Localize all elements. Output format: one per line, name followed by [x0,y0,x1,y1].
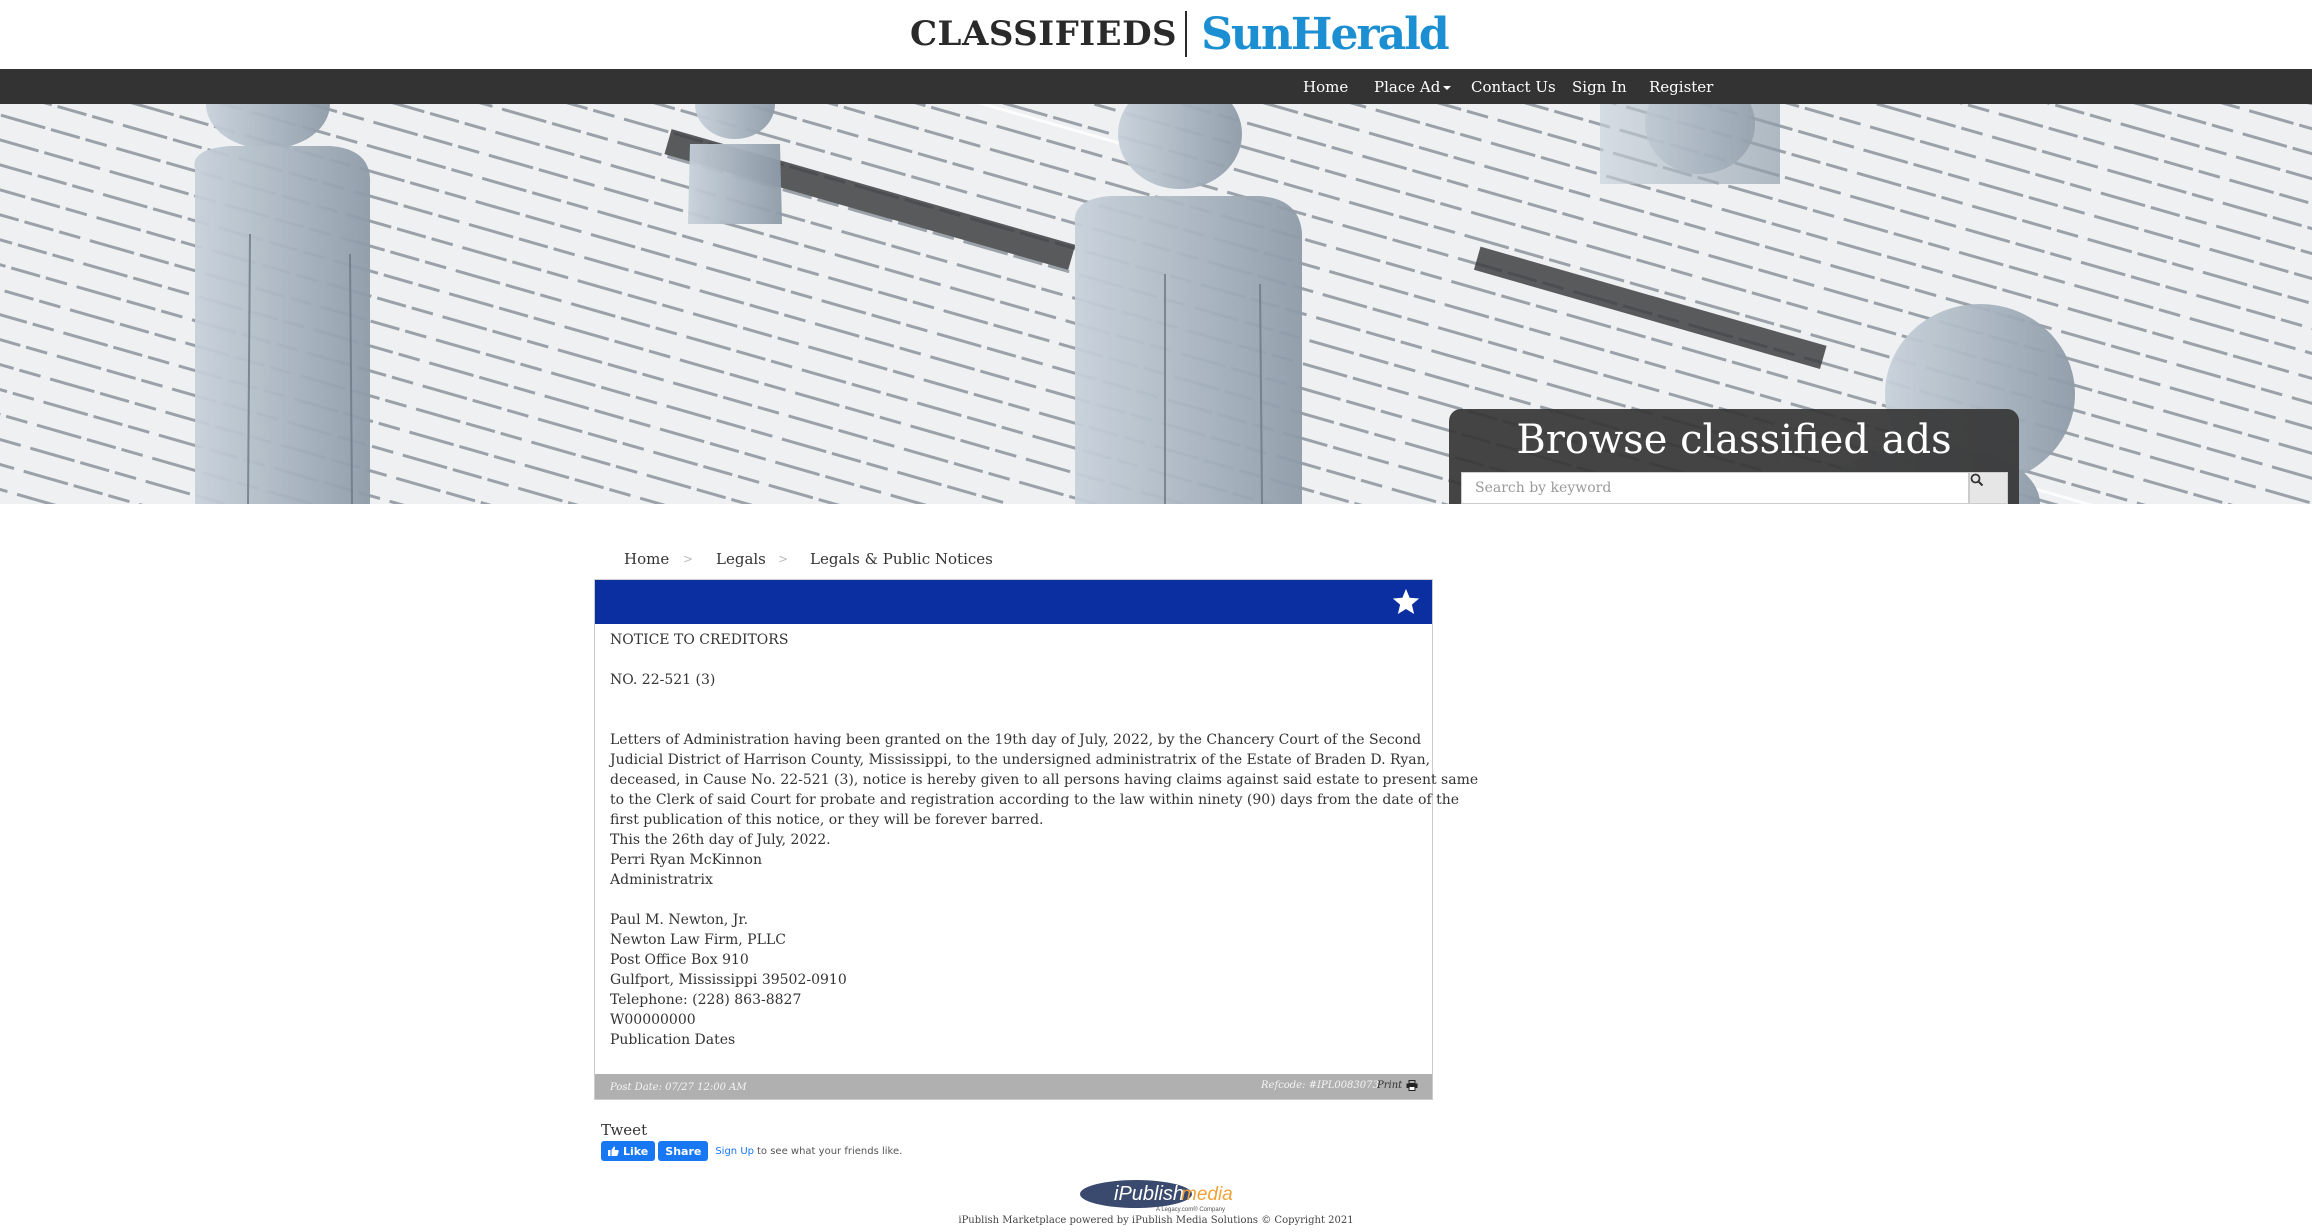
ipublish-media-logo[interactable]: iPublish media A Legacy.com® Company [1078,1178,1234,1213]
nav-place-ad-label: Place Ad [1374,77,1441,96]
breadcrumb-legals[interactable]: Legals [716,550,766,568]
hero-banner: Browse classified ads [0,104,2312,504]
ad-body-line: Judicial District of Harrison County, Mi… [610,752,1431,768]
nav-sign-in[interactable]: Sign In [1572,69,1627,104]
nav-home[interactable]: Home [1303,69,1348,104]
facebook-like-label: Like [623,1144,649,1158]
caret-down-icon [1443,86,1452,90]
nav-register[interactable]: Register [1649,69,1713,104]
facebook-share-button[interactable]: Share [658,1141,709,1161]
ad-contact-line: Telephone: (228) 863-8827 [610,992,802,1008]
ad-body-line: This the 26th day of July, 2022. [610,832,831,848]
ad-body-line: deceased, in Cause No. 22-521 (3), notic… [610,772,1479,788]
search-icon [1970,473,1984,487]
logo-tagline: A Legacy.com® Company [1156,1206,1225,1213]
ad-number: NO. 22-521 (3) [610,672,716,688]
logo-accent-text: media [1181,1184,1233,1205]
printer-icon [1406,1080,1418,1091]
breadcrumb-legals-public-notices[interactable]: Legals & Public Notices [810,550,993,568]
refcode: Refcode: #IPL0083073 [1261,1080,1379,1091]
facebook-signup-link[interactable]: Sign Up [715,1146,754,1157]
brand-classifieds: CLASSIFIEDS [910,14,1178,54]
ad-contact-line: Newton Law Firm, PLLC [610,932,786,948]
ad-body-line: Administratrix [610,872,713,888]
breadcrumb-home[interactable]: Home [624,550,669,568]
browse-search-panel: Browse classified ads [1449,409,2019,504]
tweet-link[interactable]: Tweet [601,1121,647,1139]
star-icon[interactable] [1391,587,1421,617]
ad-detail-panel: NOTICE TO CREDITORS NO. 22-521 (3) Lette… [594,579,1479,1100]
ad-contact-line: Paul M. Newton, Jr. [610,912,749,928]
copyright-text: iPublish Marketplace powered by iPublish… [958,1215,1354,1226]
logo-main-text: iPublish [1114,1183,1184,1205]
ad-body-line: Letters of Administration having been gr… [610,732,1422,748]
print-button[interactable]: Print [1377,1080,1418,1091]
browse-title: Browse classified ads [1516,417,1952,463]
brand-bar: CLASSIFIEDS SunHerald [0,0,2312,69]
print-label: Print [1377,1080,1403,1091]
ad-footer-bar: Post Date: 07/27 12:00 AM Refcode: #IPL0… [595,1074,1432,1099]
ad-contact-line: Gulfport, Mississippi 39502-0910 [610,972,847,988]
ad-title: NOTICE TO CREDITORS [610,632,789,648]
brand-divider [1185,11,1188,57]
facebook-like-button[interactable]: Like [601,1141,656,1161]
ad-contact-line: W00000000 [610,1012,696,1028]
ad-body-line: to the Clerk of said Court for probate a… [610,792,1460,808]
ad-body-line: first publication of this notice, or the… [610,812,1044,828]
post-date: Post Date: 07/27 12:00 AM [610,1082,747,1093]
thumbs-up-icon [608,1146,619,1156]
search-button[interactable] [1969,472,2008,504]
nav-place-ad[interactable]: Place Ad [1374,69,1452,104]
ad-contact-line: Publication Dates [610,1032,736,1048]
facebook-widget: Like Share Sign Up to see what your frie… [601,1141,902,1161]
site-logo[interactable]: CLASSIFIEDS SunHerald [910,8,1450,60]
top-navbar: Home Place Ad Contact Us Sign In Registe… [0,69,2312,104]
facebook-signup-text: to see what your friends like. [757,1145,903,1157]
nav-contact-us[interactable]: Contact Us [1471,69,1556,104]
breadcrumb-separator: > [683,552,694,566]
brand-sunherald: SunHerald [1201,8,1449,60]
ad-contact-line: Post Office Box 910 [610,952,749,968]
ad-body-line: Perri Ryan McKinnon [610,852,762,868]
search-input[interactable] [1461,472,1969,504]
ad-body: NOTICE TO CREDITORS NO. 22-521 (3) Lette… [610,630,1479,1050]
ad-header-bar [595,580,1432,624]
breadcrumb-separator: > [778,552,789,566]
